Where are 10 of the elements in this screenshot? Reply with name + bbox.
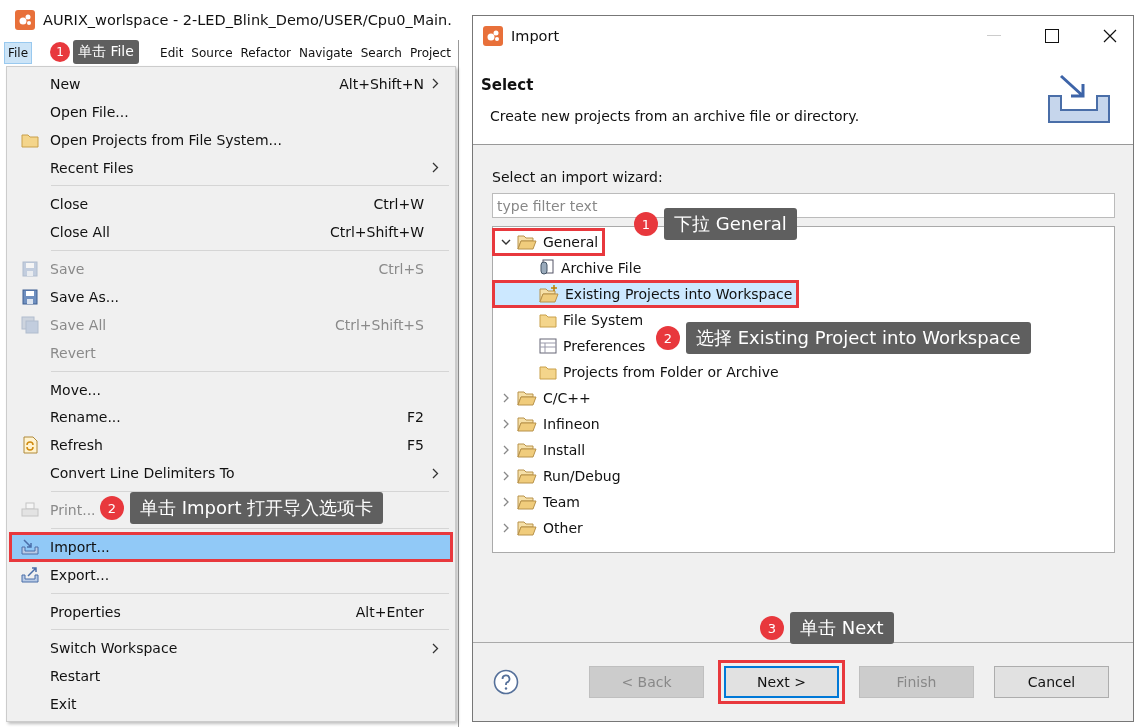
callout-tooltip: 单击 Import 打开导入选项卡 [130, 492, 384, 524]
window-title: AURIX_worlspace - 2-LED_Blink_Demo/USER/Cpu0_Main. [43, 12, 452, 28]
callout-tooltip: 单击 File [73, 40, 139, 64]
wizard-label: Select an import wizard: [492, 169, 664, 185]
page-description: Create new projects from an archive file or directory. [489, 108, 860, 124]
callout-tooltip: 下拉 General [664, 208, 797, 240]
page-heading: Select [481, 76, 535, 94]
callout-tooltip: 单击 Next [790, 612, 894, 644]
dialog-title: Import [511, 28, 560, 44]
callout-tooltip: 选择 Existing Project into Workspace [686, 322, 1031, 354]
